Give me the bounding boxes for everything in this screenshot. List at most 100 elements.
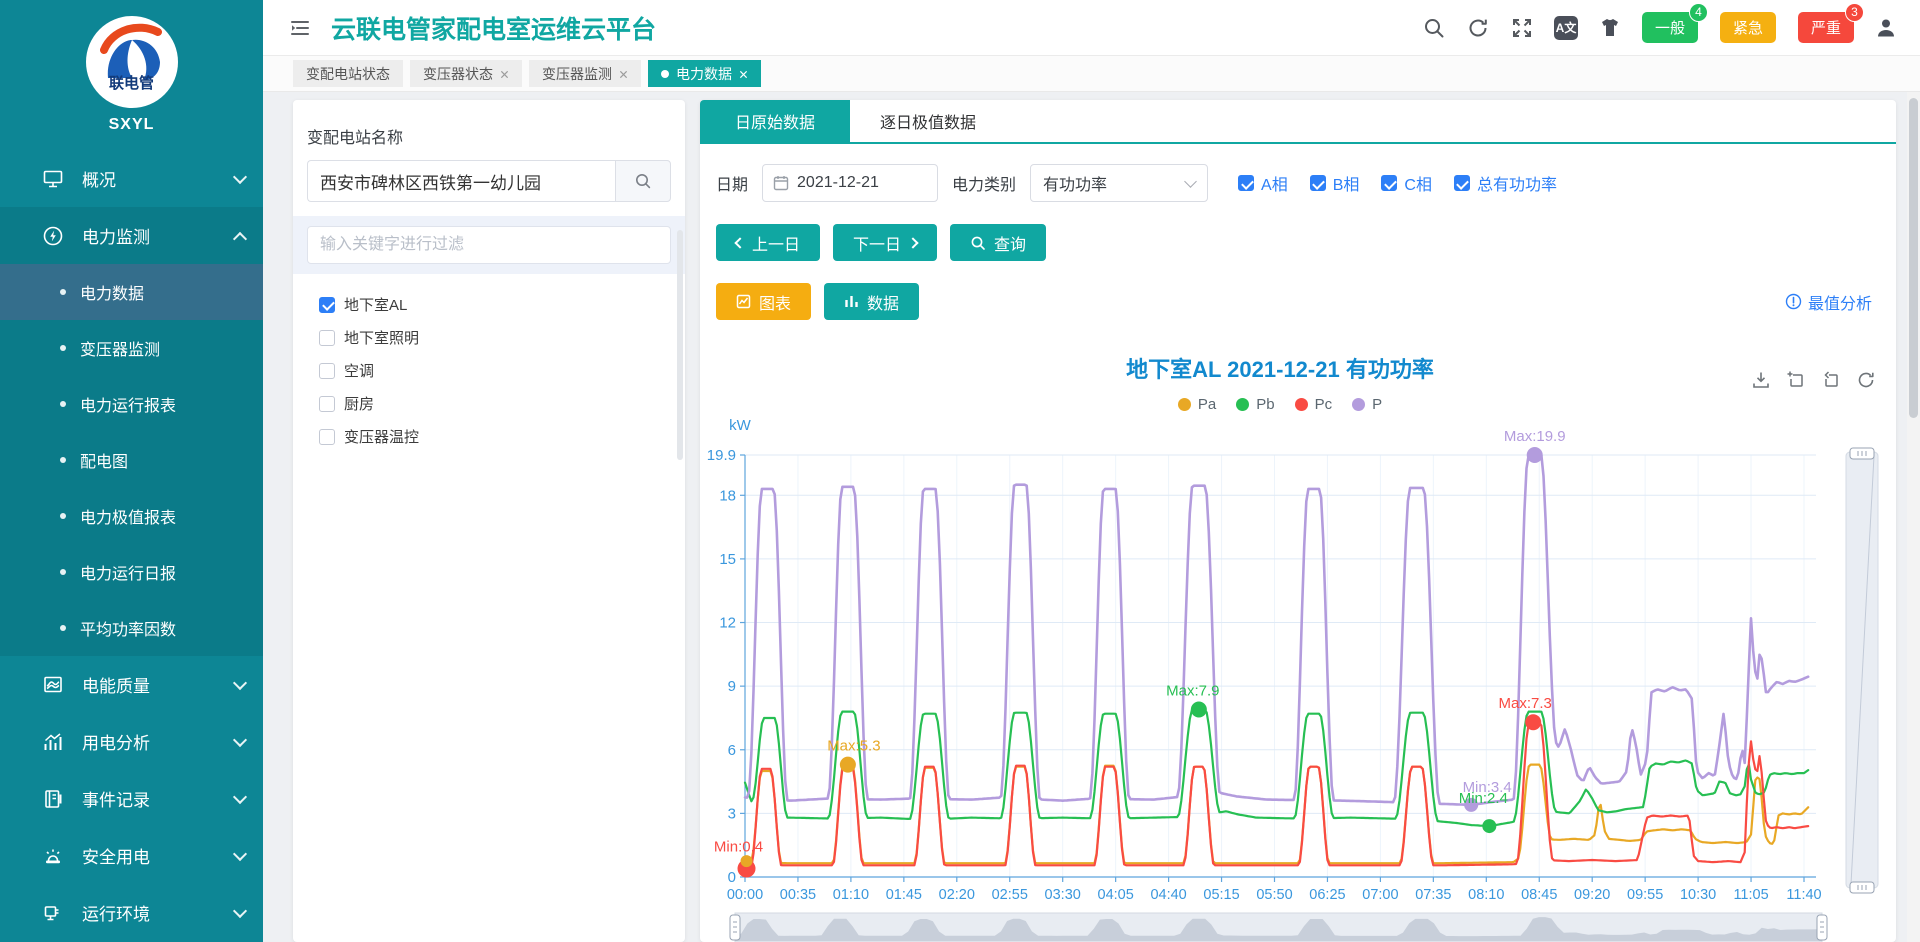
keyword-filter-input[interactable]	[307, 226, 671, 264]
close-icon[interactable]	[500, 66, 509, 82]
sidebar-item-power-monitoring[interactable]: 电力监测	[0, 207, 263, 264]
query-button[interactable]: 查询	[950, 224, 1046, 261]
sidebar-item-safe-power[interactable]: 安全用电	[0, 827, 263, 884]
route-tab-2[interactable]: 变压器监测	[529, 60, 641, 87]
chevron-up-icon	[233, 231, 247, 245]
sidebar-item-power-quality[interactable]: 电能质量	[0, 656, 263, 713]
data-tab-0[interactable]: 日原始数据	[700, 100, 850, 142]
app-header: 云联电管家配电室运维云平台 A文 一般4 紧急 严重3	[263, 0, 1920, 56]
x-tick-label: 08:10	[1468, 887, 1504, 903]
x-tick-label: 07:35	[1415, 887, 1451, 903]
sidebar-item-overview[interactable]: 概况	[0, 150, 263, 207]
route-tab-3[interactable]: 电力数据	[648, 60, 761, 87]
fullscreen-icon[interactable]	[1510, 16, 1534, 40]
search-icon[interactable]	[1422, 16, 1446, 40]
sidebar-subitem-power-data[interactable]: 电力数据	[0, 264, 263, 320]
alarm-button-general[interactable]: 一般4	[1642, 12, 1698, 43]
station-search-button[interactable]	[615, 160, 671, 202]
sidebar-subitem-avg-power-factor[interactable]: 平均功率因数	[0, 600, 263, 656]
user-icon[interactable]	[1874, 16, 1898, 40]
checkbox-icon[interactable]	[319, 429, 335, 445]
x-tick-label: 06:25	[1309, 887, 1345, 903]
data-tabs: 日原始数据逐日极值数据	[700, 100, 1896, 144]
phase-checkbox-2[interactable]: C相	[1381, 171, 1432, 195]
station-search-input[interactable]	[307, 160, 615, 202]
bullet-icon	[60, 625, 66, 631]
sidebar-item-runtime-env[interactable]: 运行环境	[0, 884, 263, 941]
data-tab-1[interactable]: 逐日极值数据	[850, 100, 1006, 142]
sidebar-menu: 概况电力监测电力数据变压器监测电力运行报表配电图电力极值报表电力运行日报平均功率…	[0, 150, 263, 941]
calendar-icon	[773, 175, 789, 191]
x-tick-label: 04:40	[1150, 887, 1186, 903]
page-scroll-thumb[interactable]	[1909, 98, 1918, 418]
tree-node-1[interactable]: 地下室照明	[319, 321, 667, 354]
tree-node-4[interactable]: 变压器温控	[319, 420, 667, 453]
x-tick-label: 01:10	[833, 887, 869, 903]
alarm-button-label: 严重	[1811, 20, 1841, 37]
sidebar-group-usage-analysis: 用电分析	[0, 713, 263, 770]
y-tick-label: 12	[719, 615, 736, 632]
tree-node-label: 地下室AL	[344, 294, 407, 315]
checkbox-icon[interactable]	[319, 297, 335, 313]
panel-scrollbar[interactable]	[677, 230, 683, 460]
next-day-button[interactable]: 下一日	[833, 224, 937, 261]
x-tick-label: 10:30	[1680, 887, 1716, 903]
checkbox-icon[interactable]	[319, 363, 335, 379]
sidebar-subitem-power-extreme-report[interactable]: 电力极值报表	[0, 488, 263, 544]
annotation-label: Max:19.9	[1504, 428, 1566, 445]
phase-checkbox-0[interactable]: A相	[1238, 171, 1288, 195]
prev-day-button[interactable]: 上一日	[716, 224, 820, 261]
alarm-count-badge: 3	[1845, 3, 1864, 22]
sidebar-subitem-label: 平均功率因数	[80, 616, 176, 640]
sidebar-subitem-transformer-monitoring[interactable]: 变压器监测	[0, 320, 263, 376]
route-tab-label: 变压器状态	[423, 64, 493, 84]
sidebar-subitem-distribution-diagram[interactable]: 配电图	[0, 432, 263, 488]
extreme-analysis-link[interactable]: 最值分析	[1785, 290, 1872, 314]
alarm-button-critical[interactable]: 严重3	[1798, 12, 1854, 43]
checkbox-icon[interactable]	[319, 330, 335, 346]
annotation-dot	[1191, 701, 1207, 717]
chart-view-button[interactable]: 图表	[716, 283, 811, 320]
x-tick-label: 00:00	[727, 887, 763, 903]
close-icon[interactable]	[739, 66, 748, 82]
search-icon	[634, 172, 652, 190]
safety-icon	[42, 845, 64, 867]
checkbox-icon[interactable]	[319, 396, 335, 412]
sidebar-subitem-label: 配电图	[80, 448, 128, 472]
checkbox-icon[interactable]	[1381, 175, 1397, 191]
x-tick-label: 05:50	[1256, 887, 1292, 903]
date-picker[interactable]: 2021-12-21	[762, 164, 938, 202]
sidebar-item-event-records[interactable]: 事件记录	[0, 770, 263, 827]
sidebar-item-usage-analysis[interactable]: 用电分析	[0, 713, 263, 770]
translate-icon[interactable]: A文	[1554, 16, 1578, 40]
close-icon[interactable]	[619, 66, 628, 82]
checkbox-icon[interactable]	[1454, 175, 1470, 191]
route-tab-label: 变压器监测	[542, 64, 612, 84]
alarm-button-urgent[interactable]: 紧急	[1720, 12, 1776, 43]
route-tab-1[interactable]: 变压器状态	[410, 60, 522, 87]
page-title: 云联电管家配电室运维云平台	[331, 10, 1422, 46]
page-scrollbar[interactable]	[1907, 90, 1920, 942]
power-type-select[interactable]: 有功功率	[1030, 164, 1208, 202]
query-controls: 日期 2021-12-21 电力类别 有功功率 A相B相C相总有功功率	[700, 144, 1896, 202]
annotation-dot	[741, 855, 753, 867]
sidebar-group-event-records: 事件记录	[0, 770, 263, 827]
checkbox-icon[interactable]	[1238, 175, 1254, 191]
collapse-menu-icon[interactable]	[289, 17, 311, 39]
data-view-button[interactable]: 数据	[824, 283, 919, 320]
alarm-button-label: 紧急	[1733, 20, 1763, 37]
route-tab-0[interactable]: 变配电站状态	[293, 60, 403, 87]
phase-checkbox-1[interactable]: B相	[1310, 171, 1360, 195]
refresh-icon[interactable]	[1466, 16, 1490, 40]
tree-node-0[interactable]: 地下室AL	[319, 288, 667, 321]
sidebar-group-safe-power: 安全用电	[0, 827, 263, 884]
tree-node-2[interactable]: 空调	[319, 354, 667, 387]
checkbox-icon[interactable]	[1310, 175, 1326, 191]
sidebar: 联电管 SXYL 概况电力监测电力数据变压器监测电力运行报表配电图电力极值报表电…	[0, 0, 263, 942]
y-tick-label: 6	[728, 742, 736, 759]
theme-icon[interactable]	[1598, 16, 1622, 40]
sidebar-subitem-power-run-report[interactable]: 电力运行报表	[0, 376, 263, 432]
sidebar-subitem-power-daily-report[interactable]: 电力运行日报	[0, 544, 263, 600]
tree-node-3[interactable]: 厨房	[319, 387, 667, 420]
phase-checkbox-3[interactable]: 总有功功率	[1454, 171, 1557, 195]
